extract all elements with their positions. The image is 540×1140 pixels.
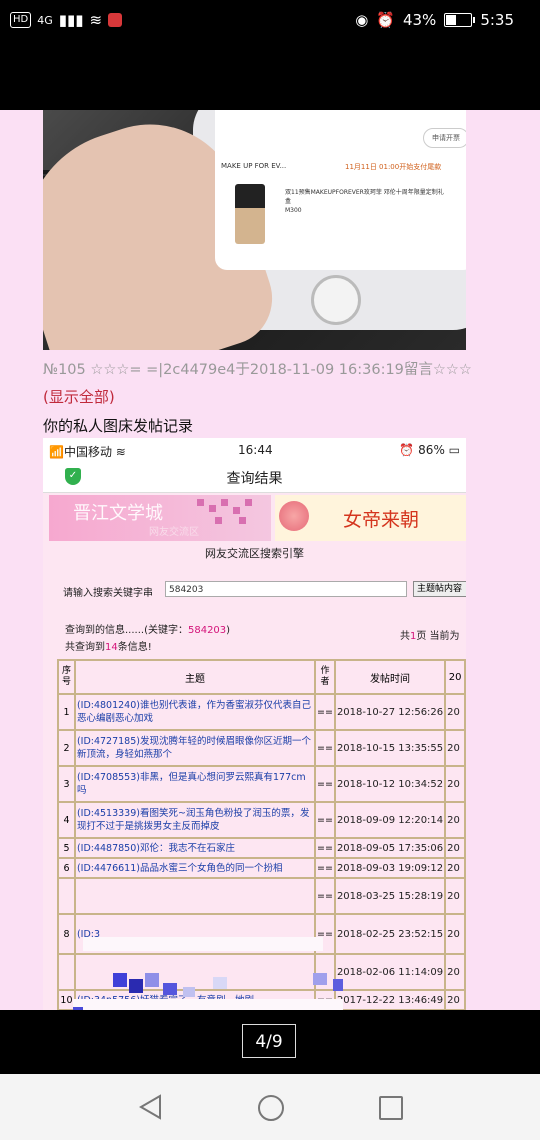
search-bar: 请输入搜索关键字串 584203 主题帖内容 (43, 578, 466, 604)
screen-description: 双11预售MAKEUPFOREVER玫珂菲 邓伦十周年限量定制礼盒 M300 (285, 189, 444, 214)
system-nav-bar (0, 1074, 540, 1140)
screen-apply-button: 申请开票 (423, 128, 466, 148)
photo-of-phone[interactable]: 申请开票 MAKE UP FOR EV... 11月11日 01:00开始支付尾… (43, 110, 466, 350)
col-time: 发帖时间 (333, 659, 447, 695)
jjwxc-banner: 晋江文学城 网友交流区 (49, 495, 271, 541)
col-no: 序号 (57, 659, 76, 695)
phone-screen: 申请开票 MAKE UP FOR EV... 11月11日 01:00开始支付尾… (215, 110, 466, 270)
query-count: 共查询到14条信息! (65, 642, 152, 653)
inner-time: 16:44 (238, 443, 273, 457)
flower-image (279, 501, 309, 531)
product-image (235, 184, 265, 244)
back-icon[interactable] (138, 1094, 164, 1120)
eye-icon: ◉ (355, 11, 369, 29)
image-viewer-content[interactable]: 申请开票 MAKE UP FOR EV... 11月11日 01:00开始支付尾… (0, 110, 540, 1010)
battery-icon (444, 13, 476, 27)
search-scope-button: 主题帖内容 (413, 581, 466, 597)
embedded-screenshot[interactable]: 📶中国移动 ≋ 16:44 ⏰ 86% ▭ ✓ 查询结果 晋江文学城 网友交流区 (43, 438, 466, 1010)
search-heading: 网友交流区搜索引擎 (205, 547, 304, 560)
row-subject-link: (ID:4708553)非黑，但是真心想问罗云熙真有177cm吗 (73, 765, 317, 803)
row-subject-link: (ID:4476611)品品水蜜三个女角色的同一个扮相 (73, 857, 317, 879)
home-button-image (311, 275, 361, 325)
image-counter: 4/9 (242, 1024, 296, 1058)
inner-page-body: 晋江文学城 网友交流区 女帝来朝 网友交流区搜索引擎 请输入搜索关键字串 584… (43, 493, 466, 1010)
table-row: == 2018-03-25 15:28:19 20 (57, 877, 466, 915)
inner-page-title: 查询结果 (226, 471, 283, 487)
screen-brand: MAKE UP FOR EV... (221, 162, 287, 170)
battery-percent: 43% (402, 11, 437, 29)
row-subject-link (73, 877, 317, 915)
row-subject-link: (ID:4801240)谁也别代表谁，作为香蜜淑芬仅代表自己恶心编剧恶心加戏 (73, 693, 317, 731)
table-row: 4 (ID:4513339)看图笑死~润玉角色粉投了润玉的票，发现打不过于是挑拨… (57, 801, 466, 839)
table-row: 2 (ID:4727185)发现沈腾年轻的时候眉眼像你区近期一个新顶流，身轻如燕… (57, 729, 466, 767)
status-bar: HD 4G ▮▮▮ ≋ ◉ ⏰ 43% 5:35 (0, 0, 540, 44)
screen-promo: 11月11日 01:00开始支付尾款 (345, 163, 442, 171)
inner-status-bar: 📶中国移动 ≋ 16:44 ⏰ 86% ▭ (43, 438, 466, 462)
recent-apps-icon[interactable] (379, 1096, 403, 1120)
row-subject-link: (ID:4513339)看图笑死~润玉角色粉投了润玉的票，发现打不过于是挑拨男女… (73, 801, 317, 839)
row-subject-link: (ID:4487850)邓伦：我志不在石家庄 (73, 837, 317, 859)
inner-battery: ⏰ 86% ▭ (399, 443, 460, 457)
query-info: 查询到的信息......(关键字：584203) (65, 625, 231, 636)
huawei-app-icon (108, 13, 123, 27)
privacy-mosaic (73, 929, 343, 1010)
row-subject-link: (ID:4727185)发现沈腾年轻的时候眉眼像你区近期一个新顶流，身轻如燕那个 (73, 729, 317, 767)
signal-icon: ▮▮▮ (58, 11, 84, 29)
post-caption: 你的私人图床发帖记录 (43, 417, 194, 435)
search-label: 请输入搜索关键字串 (63, 588, 153, 599)
table-header: 序号 主题 作者 发帖时间 20 (57, 659, 466, 695)
pager: 共1页 当前为 (400, 631, 460, 642)
col-subject: 主题 (73, 659, 317, 695)
alarm-icon: ⏰ (376, 11, 395, 29)
inner-carrier: 📶中国移动 ≋ (49, 445, 126, 459)
table-row: 5 (ID:4487850)邓伦：我志不在石家庄 == 2018-09-05 1… (57, 837, 466, 859)
post-meta: №105 ☆☆☆= =|2c4479e4于2018-11-09 16:36:19… (43, 362, 472, 378)
wifi-icon: ≋ (89, 11, 103, 29)
hd-icon: HD (10, 12, 32, 28)
show-all-link[interactable]: (显示全部) (43, 386, 115, 407)
search-input: 584203 (165, 581, 407, 597)
col-author: 作者 (314, 659, 336, 695)
table-row: 6 (ID:4476611)品品水蜜三个女角色的同一个扮相 == 2018-09… (57, 857, 466, 879)
table-row: 3 (ID:4708553)非黑，但是真心想问罗云熙真有177cm吗 == 20… (57, 765, 466, 803)
col-last: 20 (444, 659, 466, 695)
ad-banner: 女帝来朝 (275, 495, 466, 541)
clock: 5:35 (480, 11, 514, 29)
network-type: 4G (37, 13, 53, 27)
table-row: 1 (ID:4801240)谁也别代表谁，作为香蜜淑芬仅代表自己恶心编剧恶心加戏… (57, 693, 466, 731)
viewer-top-bar (0, 44, 540, 110)
home-icon[interactable] (258, 1095, 284, 1121)
inner-navbar: ✓ 查询结果 (43, 462, 466, 493)
viewer-bottom-bar: 4/9 (0, 1010, 540, 1074)
